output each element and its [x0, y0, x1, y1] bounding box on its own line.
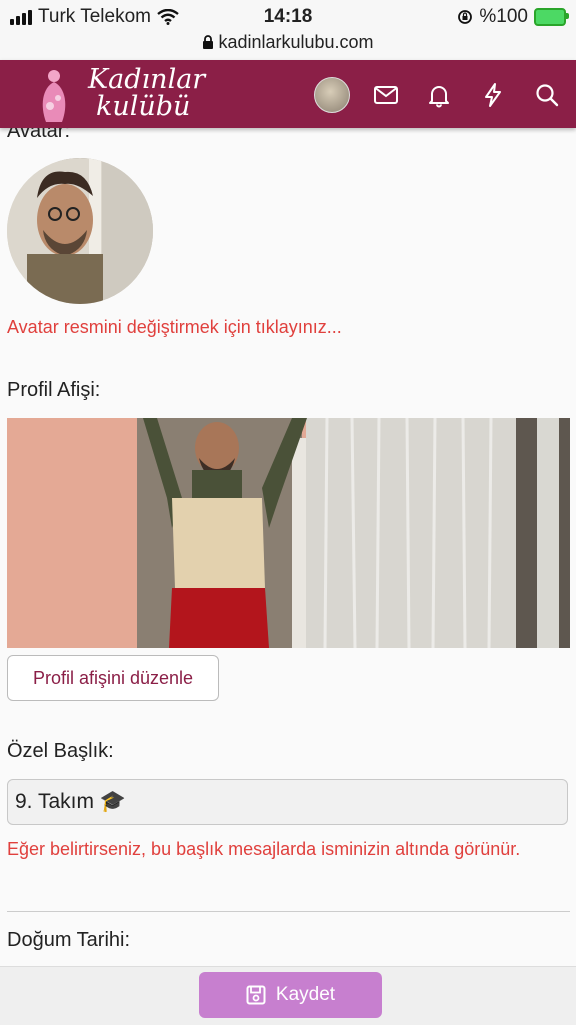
form-footer: Kaydet — [0, 966, 576, 1025]
section-divider — [7, 911, 570, 912]
custom-title-input[interactable]: 9. Takım 🎓 — [7, 779, 568, 825]
logo-line-2: kulübü — [96, 91, 191, 122]
banner-photo — [7, 418, 570, 648]
status-bar: Turk Telekom 14:18 %100 kadinlarkulubu.c… — [0, 0, 576, 60]
logo-line-1: Kadınlar — [88, 64, 206, 95]
address-bar[interactable]: kadinlarkulubu.com — [0, 32, 576, 53]
avatar-change-link[interactable]: Avatar resmini değiştirmek için tıklayın… — [7, 313, 342, 341]
custom-title-hint: Eğer belirtirseniz, bu başlık mesajlarda… — [7, 839, 521, 859]
site-header: Kadınlar kulübü — [0, 60, 576, 128]
url-text: kadinlarkulubu.com — [218, 32, 374, 52]
edit-banner-button[interactable]: Profil afişini düzenle — [7, 655, 219, 701]
lock-icon — [203, 35, 214, 49]
site-logo[interactable]: Kadınlar kulübü — [32, 64, 205, 126]
battery-icon — [534, 8, 569, 26]
banner-label: Profil Afişi: — [7, 379, 101, 401]
rotation-lock-icon — [458, 10, 473, 24]
birthday-label: Doğum Tarihi: — [7, 929, 131, 951]
envelope-icon[interactable] — [373, 82, 399, 108]
avatar-image[interactable] — [7, 158, 153, 304]
custom-title-label: Özel Başlık: — [7, 740, 114, 762]
logo-figure-icon — [42, 70, 66, 122]
lightning-icon[interactable] — [480, 82, 506, 108]
profile-form: Avatar: Avatar resmini değiştirmek için … — [0, 128, 576, 968]
avatar-photo — [7, 158, 153, 304]
user-avatar[interactable] — [314, 77, 350, 113]
save-label: Kaydet — [275, 984, 336, 1005]
status-right: %100 — [457, 6, 569, 28]
battery-percent: %100 — [479, 6, 528, 27]
save-button[interactable]: Kaydet — [199, 972, 382, 1018]
avatar-label: Avatar: — [7, 128, 70, 142]
floppy-icon — [246, 985, 266, 1005]
bell-icon[interactable] — [426, 82, 452, 108]
search-icon[interactable] — [534, 82, 560, 108]
profile-banner-image — [7, 418, 570, 648]
logo-text: Kadınlar kulübü — [88, 66, 205, 120]
